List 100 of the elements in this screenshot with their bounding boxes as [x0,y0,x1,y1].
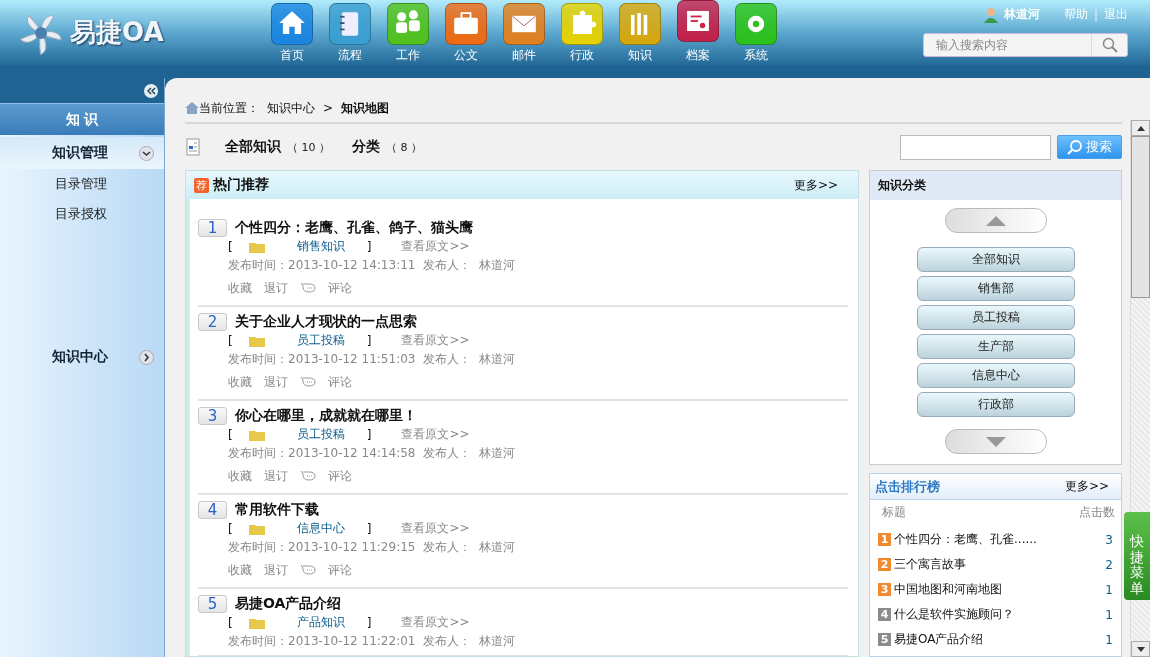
search-field[interactable]: 输入搜索内容 [923,33,1128,57]
category-button[interactable]: 生产部 [916,334,1075,359]
rank-badge: 3 [878,583,891,596]
category-button[interactable]: 全部知识 [916,247,1075,272]
bracket: [ [228,239,233,254]
action-link[interactable]: 收藏 [228,279,252,297]
article-title[interactable]: 个性四分：老鹰、孔雀、鸽子、猫头鹰 [235,219,473,237]
search-icon [1101,37,1118,53]
article-title[interactable]: 常用软件下载 [235,501,319,519]
collapse-button[interactable] [144,83,158,98]
action-link[interactable]: 评论 [328,373,352,391]
nav-item[interactable]: 流程 [328,0,372,65]
recommend-badge: 荐 [194,177,209,193]
user-icon [983,6,998,23]
category-button[interactable]: 信息中心 [916,363,1075,388]
publisher-label: 发布人： [423,539,472,556]
sidebar-section[interactable]: 知识中心 [0,341,164,373]
category-button[interactable]: 行政部 [916,392,1075,417]
ranking-title[interactable]: 什么是软件实施顾问？ [894,606,1103,623]
sidebar-item[interactable]: 目录管理 [0,169,164,199]
search-input[interactable]: 输入搜索内容 [924,34,1091,56]
article-title[interactable]: 易捷OA产品介绍 [235,595,342,613]
ranking-title[interactable]: 中国地图和河南地图 [894,581,1103,598]
scroll-down-button[interactable] [944,429,1047,454]
category-button[interactable]: 员工投稿 [916,305,1075,330]
action-link[interactable]: 收藏 [228,467,252,485]
ranking-title[interactable]: 易捷OA产品介绍 [894,631,1103,648]
folder-icon [248,334,265,347]
action-link[interactable]: 退订 [264,279,288,297]
publisher-name: 林道河 [479,445,516,462]
action-link[interactable]: 收藏 [228,373,252,391]
breadcrumb-label: 当前位置： [199,99,259,117]
triangle-up-icon [985,215,1006,226]
category-link[interactable]: 员工投稿 [296,332,345,349]
publisher-name: 林道河 [479,539,516,556]
section-label: 知识管理 [52,144,108,162]
action-link[interactable]: 评论 [328,561,352,579]
breadcrumb-item[interactable]: 知识地图 [341,99,390,117]
action-link[interactable]: 评论 [328,279,352,297]
publisher-name: 林道河 [479,633,516,650]
article-title[interactable]: 你心在哪里，成就就在哪里！ [235,407,417,425]
view-original-link[interactable]: 查看原文>> [401,614,470,631]
nav-item[interactable]: 档案 [676,0,720,65]
quick-menu-tab[interactable]: 快捷菜单 [1124,512,1150,600]
category-link[interactable]: 销售知识 [296,238,345,255]
scrollbar-thumb[interactable] [1131,136,1150,298]
bracket: [ [228,521,233,536]
nav-item[interactable]: 知识 [618,0,662,65]
category-button[interactable]: 销售部 [916,276,1075,301]
publish-time: 发布时间：2013-10-12 11:51:03 [228,351,416,368]
more-link[interactable]: 更多>> [793,176,838,194]
nav-item[interactable]: 邮件 [502,0,546,65]
nav-item[interactable]: 首页 [270,0,314,65]
user-name: 林道河 [1003,6,1040,23]
scroll-up-button[interactable] [944,208,1047,233]
view-original-link[interactable]: 查看原文>> [401,520,470,537]
ranking-title[interactable]: 三个寓言故事 [894,556,1103,573]
view-original-link[interactable]: 查看原文>> [401,332,470,349]
action-link[interactable]: 评论 [328,467,352,485]
action-link[interactable]: 退订 [264,467,288,485]
comment-icon [300,470,316,482]
item-number: 2 [198,313,227,331]
search-input[interactable] [900,134,1051,160]
action-link[interactable]: 退订 [264,373,288,391]
category-link[interactable]: 员工投稿 [296,426,345,443]
publisher-label: 发布人： [423,351,472,368]
comment-icon [300,282,316,294]
bracket: [ [228,427,233,442]
sidebar-section[interactable]: 知识管理 [0,137,164,169]
publish-time: 发布时间：2013-10-12 11:29:15 [228,539,416,556]
nav-item[interactable]: 系统 [734,0,778,65]
category-count: （ 8 ） [386,139,422,155]
breadcrumb-item[interactable]: 知识中心 [267,99,315,117]
click-count: 3 [1105,532,1113,547]
view-original-link[interactable]: 查看原文>> [401,426,470,443]
bracket: ] [366,239,372,254]
column-header: 标题 [882,504,906,521]
nav-label: 邮件 [512,48,536,62]
chevron-down-icon[interactable] [139,145,154,161]
action-link[interactable]: 收藏 [228,561,252,579]
category-link[interactable]: 产品知识 [296,614,345,631]
rank-badge: 4 [878,608,891,621]
nav-item[interactable]: 工作 [386,0,430,65]
chevron-right-icon[interactable] [139,349,154,365]
category-label[interactable]: 分类 [352,138,380,156]
article-title[interactable]: 关于企业人才现状的一点思索 [235,313,417,331]
bracket: ] [366,615,372,630]
nav-item[interactable]: 公文 [444,0,488,65]
category-link[interactable]: 信息中心 [296,520,345,537]
ranking-title[interactable]: 个性四分：老鹰、孔雀...... [894,531,1103,548]
bracket: ] [366,333,372,348]
all-knowledge-label[interactable]: 全部知识 [225,138,281,156]
sidebar-item[interactable]: 目录授权 [0,199,164,229]
nav-label: 工作 [396,48,420,62]
view-original-link[interactable]: 查看原文>> [401,238,470,255]
action-link[interactable]: 退订 [264,561,288,579]
publisher-label: 发布人： [423,445,472,462]
nav-item[interactable]: 行政 [560,0,604,65]
nav-label: 系统 [744,48,768,62]
more-link[interactable]: 更多>> [1064,478,1109,495]
